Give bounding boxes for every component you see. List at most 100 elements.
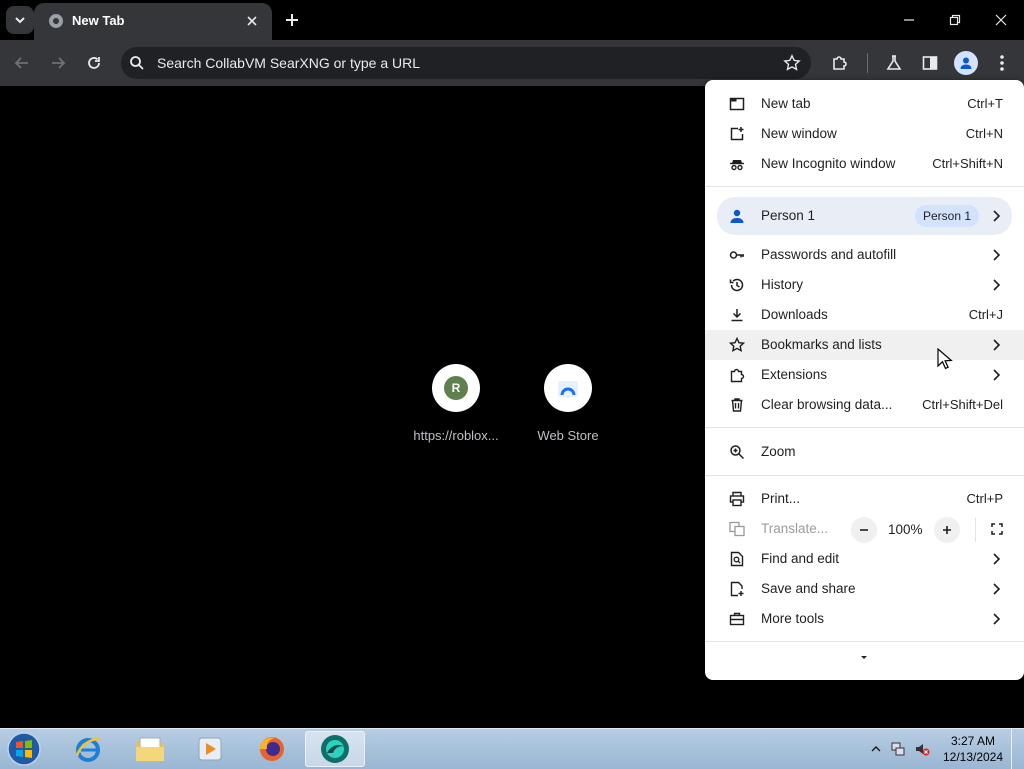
taskbar-firefox[interactable] [242,731,302,767]
menu-divider [705,641,1024,642]
menu-item-more-tools[interactable]: More tools [705,604,1024,634]
menu-item-label: History [761,277,804,292]
shortcut-roblox[interactable]: R https://roblox... [400,364,512,443]
network-icon[interactable] [890,741,906,757]
forward-button[interactable] [44,49,72,77]
new-tab-icon [729,97,745,111]
menu-item-shortcut: Ctrl+Shift+N [932,156,1003,171]
close-icon [995,14,1007,26]
title-bar: New Tab [0,0,1024,40]
plus-icon [286,14,298,26]
chevron-up-icon[interactable] [868,741,884,757]
labs-button[interactable] [882,51,906,75]
chevron-right-icon [993,279,1001,291]
new-tab-button[interactable] [280,8,304,32]
menu-item-new-window[interactable]: New window Ctrl+N [705,119,1024,149]
menu-item-new-tab[interactable]: New tab Ctrl+T [705,89,1024,119]
menu-item-clear-data[interactable]: Clear browsing data... Ctrl+Shift+Del [705,390,1024,420]
omnibox-placeholder: Search CollabVM SearXNG or type a URL [157,55,420,71]
minimize-button[interactable] [886,0,932,40]
menu-item-shortcut: Ctrl+P [966,491,1003,506]
scroll-down-arrow-icon[interactable] [855,648,873,666]
menu-item-passwords[interactable]: Passwords and autofill [705,240,1024,270]
omnibox[interactable]: Search CollabVM SearXNG or type a URL [121,47,811,79]
internet-explorer-icon [75,738,101,762]
shortcut-web-store[interactable]: Web Store [512,364,624,443]
taskbar-media-player[interactable] [180,731,240,767]
tab-search-button[interactable] [6,6,34,34]
chevron-down-icon [15,17,25,24]
toolbox-icon [729,612,745,626]
taskbar-chrome[interactable] [305,731,365,767]
back-button[interactable] [8,49,36,77]
taskbar-internet-explorer[interactable] [58,731,118,767]
translate-icon [729,521,745,537]
extensions-button[interactable] [828,51,852,75]
download-icon [731,309,743,322]
close-window-button[interactable] [978,0,1024,40]
chevron-right-icon [993,369,1001,381]
menu-item-history[interactable]: History [705,270,1024,300]
menu-item-label: Clear browsing data... [761,397,893,412]
tab-close-button[interactable] [242,11,262,31]
menu-item-shortcut: Ctrl+T [967,96,1003,111]
incognito-icon [730,160,744,171]
restore-icon [949,14,961,26]
volume-muted-icon[interactable] [914,741,930,757]
history-icon [729,278,744,292]
restore-button[interactable] [932,0,978,40]
menu-item-label: Print... [761,491,801,506]
menu-item-bookmarks[interactable]: Bookmarks and lists [705,330,1024,360]
chevron-right-icon [993,553,1001,565]
close-icon [247,16,257,26]
zoom-icon [730,445,745,460]
reload-icon [88,57,100,69]
menu-item-new-incognito[interactable]: New Incognito window Ctrl+Shift+N [705,149,1024,179]
menu-item-label: Downloads [761,307,828,322]
menu-item-label: Save and share [761,581,856,596]
start-button[interactable] [6,731,42,767]
menu-item-downloads[interactable]: Downloads Ctrl+J [705,300,1024,330]
firefox-icon [260,737,284,761]
menu-item-person[interactable]: Person 1 Person 1 [717,197,1012,235]
star-icon[interactable] [783,54,801,72]
reload-button[interactable] [80,49,108,77]
menu-item-find-edit[interactable]: Find and edit [705,544,1024,574]
profile-avatar[interactable] [954,51,978,75]
tab-new-tab[interactable]: New Tab [34,3,272,40]
chrome-icon [321,735,349,763]
chevron-right-icon [993,613,1001,625]
menu-divider [705,186,1024,187]
find-icon [730,551,744,567]
flask-icon [886,55,902,70]
show-desktop-button[interactable] [1011,729,1024,769]
person-badge: Person 1 [915,205,980,227]
menu-item-extensions[interactable]: Extensions [705,360,1024,390]
puzzle-icon [730,368,745,383]
mouse-cursor-icon [937,348,953,370]
toolbar-separator [867,53,868,73]
key-icon [729,251,744,259]
menu-divider [705,427,1024,428]
menu-item-translate[interactable]: Translate... [705,514,1024,544]
system-clock[interactable]: 3:27 AM 12/13/2024 [940,733,1006,765]
star-icon [729,337,745,353]
menu-button[interactable] [990,51,1014,75]
menu-item-label: More tools [761,611,825,626]
web-store-icon [558,381,578,397]
trash-icon [731,398,743,412]
menu-item-save-share[interactable]: Save and share [705,574,1024,604]
chevron-right-icon [993,249,1001,261]
menu-item-label: New window [761,126,837,141]
taskbar-explorer[interactable] [120,731,180,767]
side-panel-button[interactable] [918,51,942,75]
person-name: Person 1 [761,208,816,223]
app-menu: New tab Ctrl+T New window Ctrl+N New Inc… [705,80,1024,680]
menu-item-shortcut: Ctrl+N [965,126,1003,141]
menu-item-print[interactable]: Print... Ctrl+P [705,484,1024,514]
shortcut-label: https://roblox... [413,428,499,443]
folder-icon [136,737,164,761]
clock-date: 12/13/2024 [942,750,1004,764]
menu-item-label: Bookmarks and lists [761,337,882,352]
menu-item-label: Zoom [761,444,796,459]
